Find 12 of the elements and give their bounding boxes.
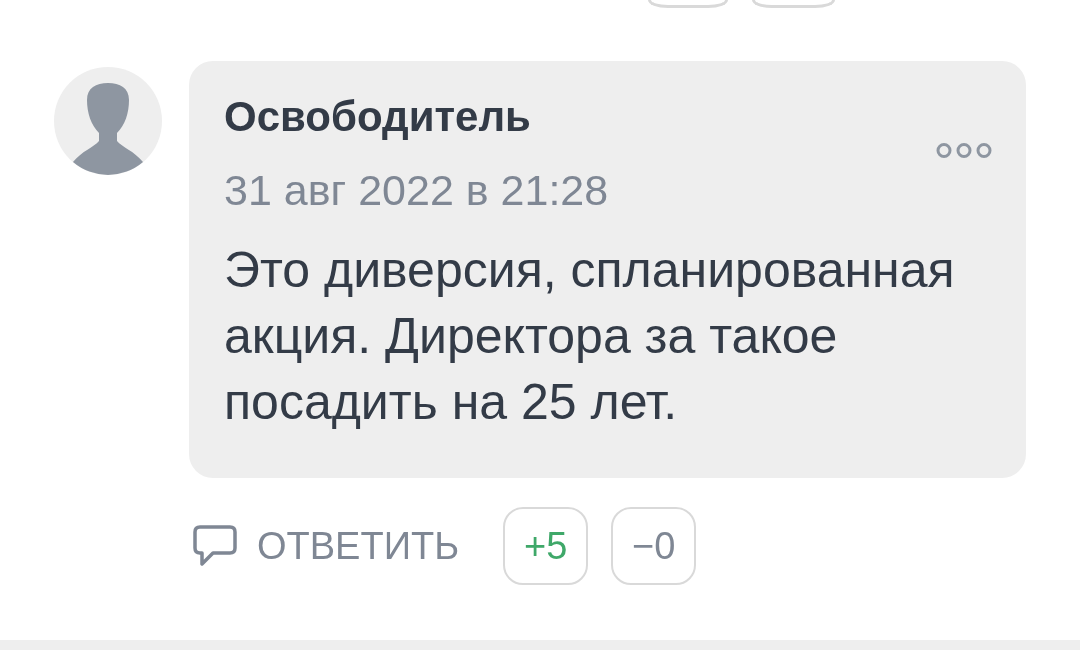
more-icon <box>936 141 992 159</box>
vote-button[interactable] <box>648 0 728 8</box>
more-button[interactable] <box>936 141 992 159</box>
reply-button[interactable]: ОТВЕТИТЬ <box>193 524 460 568</box>
speech-bubble-icon <box>193 525 237 567</box>
avatar-silhouette-icon <box>54 67 162 175</box>
comment-date: 31 авг 2022 в 21:28 <box>224 165 609 215</box>
vote-button[interactable]: +5 <box>503 507 589 585</box>
vote-button[interactable]: −0 <box>611 507 697 585</box>
vote-button[interactable] <box>752 0 835 8</box>
comment-text: Это диверсия, спланированная акция. Директора за такое посадить на 25 лет. <box>224 241 956 432</box>
author-name: Освободитель <box>224 92 532 142</box>
